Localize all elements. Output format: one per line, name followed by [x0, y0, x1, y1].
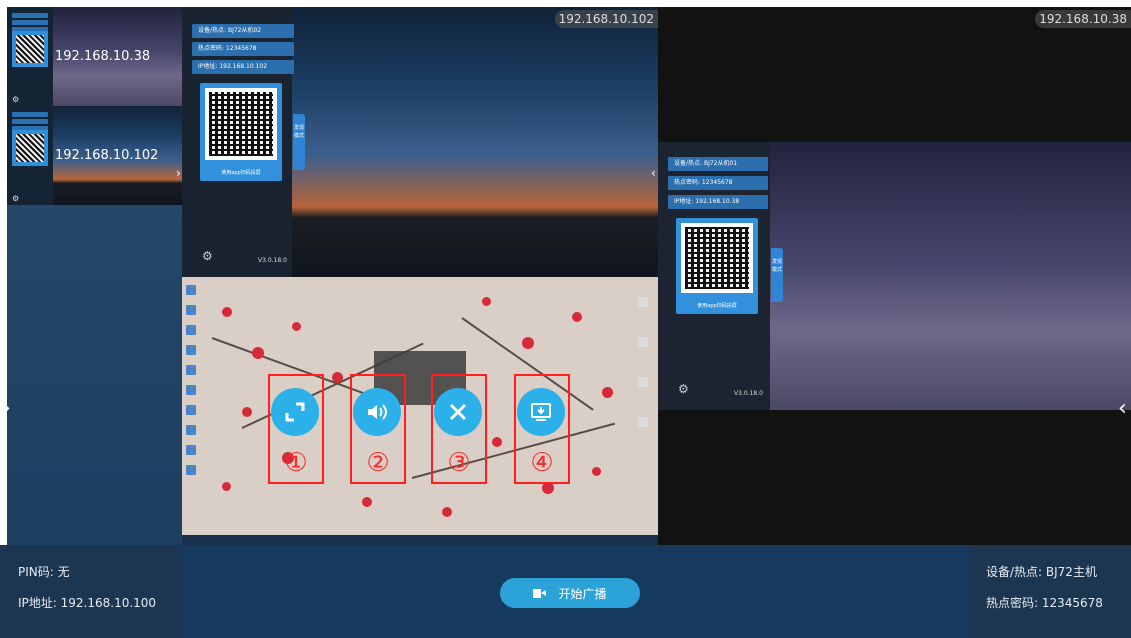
- thumbnail-device-38[interactable]: ⚙ 192.168.10.38: [7, 7, 182, 106]
- callout-number: ④: [530, 448, 554, 478]
- host-ip-label: IP地址: 192.168.10.100: [18, 596, 157, 610]
- desktop-icon[interactable]: [186, 445, 196, 455]
- screen-panel-desktop[interactable]: [182, 277, 658, 545]
- blossom: [522, 337, 534, 349]
- blossom: [252, 347, 264, 359]
- desktop-icon[interactable]: [186, 325, 196, 335]
- blossom: [292, 322, 301, 331]
- gear-icon[interactable]: ⚙: [202, 249, 213, 263]
- host-password-label: 热点密码: 12345678: [986, 596, 1103, 610]
- screen-panel-102[interactable]: 设备/热点: BJ72从机02 热点密码: 12345678 IP地址: 192…: [182, 7, 658, 277]
- mini-qr-code: [12, 31, 48, 67]
- wallpaper-sunset: [292, 7, 658, 277]
- ip-address-label: IP地址: 192.168.10.38: [668, 195, 768, 209]
- screen-panel-empty-top: 192.168.10.38: [658, 7, 1131, 142]
- chevron-left-icon[interactable]: ›: [2, 396, 11, 421]
- desktop-icon[interactable]: [186, 385, 196, 395]
- highlight-box-4: ④: [514, 374, 570, 484]
- desktop-icon[interactable]: [186, 465, 196, 475]
- blossom: [242, 407, 252, 417]
- mini-qr-code: [12, 130, 48, 166]
- callout-number: ③: [447, 448, 471, 478]
- blossom: [362, 497, 372, 507]
- thumbnail-device-102[interactable]: ⚙ 192.168.10.102: [7, 106, 182, 205]
- video-camera-icon: [533, 588, 547, 599]
- highlight-box-2: ②: [350, 374, 406, 484]
- host-info-right: 设备/热点: BJ72主机 热点密码: 12345678: [970, 545, 1131, 638]
- version-label: V3.0.18.0: [258, 257, 287, 264]
- desktop-icon[interactable]: [638, 337, 648, 347]
- gear-icon: ⚙: [12, 95, 20, 104]
- device-hotspot-label: 设备/热点: BJ72从机02: [192, 24, 294, 38]
- desktop-icon[interactable]: [638, 417, 648, 427]
- thumbnail-ip: 192.168.10.102: [55, 148, 159, 163]
- screen-panel-empty-bottom: [658, 410, 1131, 545]
- blossom: [602, 387, 613, 398]
- mini-chip: [12, 13, 48, 18]
- taskbar: [182, 535, 658, 545]
- desktop-icon[interactable]: [186, 345, 196, 355]
- desktop-icon[interactable]: [638, 377, 648, 387]
- blossom: [222, 307, 232, 317]
- start-broadcast-button[interactable]: 开始广播: [500, 578, 640, 608]
- desktop-icon[interactable]: [638, 297, 648, 307]
- wallpaper-mountain: [770, 142, 1131, 410]
- blossom: [572, 312, 582, 322]
- desktop-icon[interactable]: [186, 305, 196, 315]
- mini-chip: [12, 112, 48, 117]
- host-device-label: 设备/热点: BJ72主机: [986, 565, 1097, 579]
- thumbnail-info-strip: ⚙: [7, 106, 53, 205]
- chevron-right-icon[interactable]: ‹: [1118, 396, 1127, 421]
- blossom: [492, 437, 502, 447]
- desktop-icon[interactable]: [186, 365, 196, 375]
- desktop-icon[interactable]: [186, 405, 196, 415]
- thumbnail-ip: 192.168.10.38: [55, 49, 151, 64]
- thumbnail-info-strip: ⚙: [7, 7, 53, 106]
- host-info-left: PIN码: 无 IP地址: 192.168.10.100: [0, 545, 182, 638]
- highlight-box-1: ①: [268, 374, 324, 484]
- thumbnail-sidebar: ⚙ 192.168.10.38 ⚙ 192.168.10.102: [7, 7, 182, 547]
- blossom: [222, 482, 231, 491]
- broadcast-label: 开始广播: [558, 586, 607, 601]
- desktop-icon[interactable]: [186, 425, 196, 435]
- screen-share-app: ⚙ 192.168.10.38 ⚙ 192.168.10.102 设备/热点: …: [0, 0, 1131, 638]
- chevron-icon[interactable]: ‹: [651, 166, 656, 180]
- hotspot-password-label: 热点密码: 12345678: [668, 176, 768, 190]
- version-label: V3.0.18.0: [734, 390, 763, 397]
- connection-info-panel: 设备/热点: BJ72从机02 热点密码: 12345678 IP地址: 192…: [182, 7, 294, 277]
- callout-number: ②: [366, 448, 390, 478]
- discovery-mode-tab[interactable]: 发现模式: [293, 114, 305, 170]
- blossom: [592, 467, 601, 476]
- screen-panel-38[interactable]: 设备/热点: BJ72从机01 热点密码: 12345678 IP地址: 192…: [658, 142, 1131, 410]
- mini-chip: [12, 119, 48, 124]
- device-hotspot-label: 设备/热点: BJ72从机01: [668, 157, 768, 171]
- highlight-box-3: ③: [431, 374, 487, 484]
- desktop-icon[interactable]: [186, 285, 196, 295]
- mini-chip: [12, 20, 48, 25]
- hotspot-password-label: 热点密码: 12345678: [192, 42, 294, 56]
- screen-ip-tag: 192.168.10.38: [1035, 10, 1131, 28]
- qr-code: 使用app扫码投屏: [676, 218, 758, 314]
- blossom: [332, 372, 343, 383]
- callout-number: ①: [284, 448, 308, 478]
- gear-icon: ⚙: [12, 194, 20, 203]
- qr-code: 使用app扫码投屏: [200, 83, 282, 181]
- ip-address-label: IP地址: 192.168.10.102: [192, 60, 294, 74]
- connection-info-panel: 设备/热点: BJ72从机01 热点密码: 12345678 IP地址: 192…: [658, 142, 770, 410]
- blossom: [442, 507, 452, 517]
- chevron-icon[interactable]: ›: [176, 166, 181, 180]
- qr-caption: 使用app扫码投屏: [697, 303, 737, 309]
- discovery-mode-tab[interactable]: 发现模式: [771, 248, 783, 302]
- pin-code-label: PIN码: 无: [18, 565, 70, 579]
- gear-icon[interactable]: ⚙: [678, 382, 689, 396]
- bottom-status-bar: PIN码: 无 IP地址: 192.168.10.100 开始广播 设备/热点:…: [0, 545, 1131, 638]
- blossom: [482, 297, 491, 306]
- qr-caption: 使用app扫码投屏: [221, 170, 261, 176]
- screen-ip-tag: 192.168.10.102: [554, 10, 658, 28]
